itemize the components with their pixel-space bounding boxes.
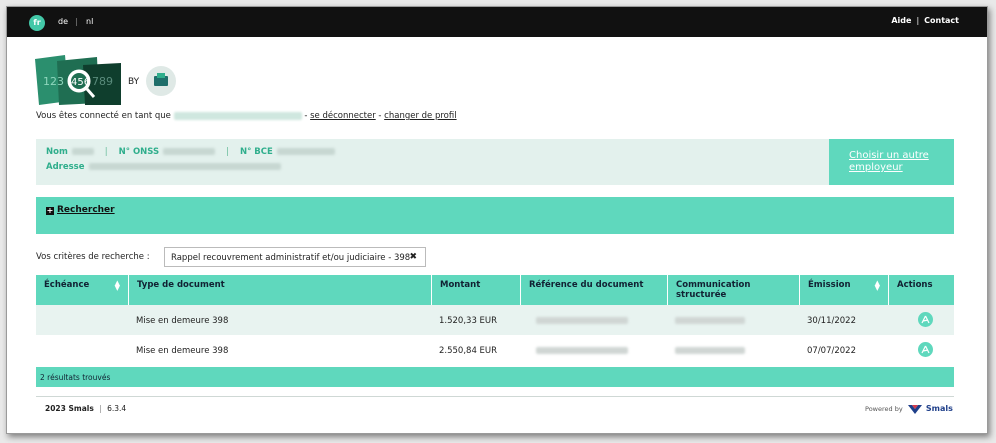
footer-version: 6.3.4 xyxy=(107,404,127,413)
cell-montant: 2.550,84 EUR xyxy=(439,346,498,356)
table-row: Mise en demeure 398 2.550,84 EUR 07/07/2… xyxy=(36,335,954,365)
column-label: Émission xyxy=(808,280,851,290)
sort-icon[interactable]: ▲ ▼ xyxy=(115,280,120,292)
column-label: Référence du document xyxy=(529,280,644,290)
footer-info: 2023 Smals | 6.3.4 xyxy=(45,404,126,413)
column-label: Échéance xyxy=(44,280,90,290)
employer-identifiers: Nom | N° ONSS | N° BCE xyxy=(46,147,335,157)
criteria-label: Vos critères de recherche : xyxy=(36,252,150,262)
employer-onss-label: N° ONSS xyxy=(118,147,160,157)
employer-bce-label: N° BCE xyxy=(239,147,273,157)
top-links-separator: | xyxy=(916,16,920,25)
svg-text:456: 456 xyxy=(71,77,90,88)
lang-nl-link[interactable]: nl xyxy=(86,17,93,26)
result-count: 2 résultats trouvés xyxy=(36,367,954,387)
lang-separator: | xyxy=(75,17,78,26)
table-row: Mise en demeure 398 1.520,33 EUR 30/11/2… xyxy=(36,305,954,335)
cell-reference xyxy=(528,305,628,335)
choose-employer-link[interactable]: Choisir un autre employeur xyxy=(829,139,954,185)
redacted-onss xyxy=(163,148,216,155)
employer-name-label: Nom xyxy=(46,147,68,157)
lang-de-link[interactable]: de xyxy=(58,17,68,26)
magnifier-documents-logo: 123 789 456 xyxy=(35,55,121,105)
by-label: BY xyxy=(128,77,140,87)
help-link[interactable]: Aide xyxy=(891,16,911,25)
employer-separator: | xyxy=(226,147,229,157)
documents-table: Échéance ▲ ▼ Type de document Montant Réf… xyxy=(36,275,954,387)
connection-separator: - xyxy=(378,111,382,121)
top-bar: fr de | nl Aide | Contact xyxy=(7,7,987,37)
close-icon[interactable]: ✖ xyxy=(409,252,417,262)
employer-address-label: Adresse xyxy=(46,162,85,172)
redacted-reference xyxy=(536,347,628,354)
redacted-bce xyxy=(276,148,335,155)
redacted-communication xyxy=(675,317,745,324)
change-profile-link[interactable]: changer de profil xyxy=(384,111,456,121)
cell-echeance xyxy=(36,335,44,365)
powered-by-name: Smals xyxy=(925,404,953,413)
column-label: Actions xyxy=(897,280,933,290)
column-header-reference: Référence du document xyxy=(520,275,667,305)
column-header-emission[interactable]: Émission ▲ ▼ xyxy=(799,275,888,305)
cell-communication xyxy=(667,305,745,335)
powered-by-label: Powered by xyxy=(865,405,903,413)
footer-divider xyxy=(36,396,954,397)
cell-communication xyxy=(667,335,745,365)
column-header-montant: Montant xyxy=(431,275,520,305)
connection-separator: - xyxy=(304,111,308,121)
cell-reference xyxy=(528,335,628,365)
contact-link[interactable]: Contact xyxy=(924,16,959,25)
logout-link[interactable]: se déconnecter xyxy=(310,111,376,121)
svg-text:789: 789 xyxy=(92,75,113,88)
column-header-echeance[interactable]: Échéance ▲ ▼ xyxy=(36,275,128,305)
footer-separator: | xyxy=(99,404,102,413)
redacted-name xyxy=(71,148,94,155)
column-header-communication: Communication structurée xyxy=(667,275,799,305)
top-links: Aide | Contact xyxy=(891,16,959,25)
pdf-icon[interactable] xyxy=(918,312,933,327)
connection-prefix: Vous êtes connecté en tant que xyxy=(36,111,171,121)
search-toggle[interactable]: Rechercher xyxy=(57,205,115,215)
sort-icon[interactable]: ▲ ▼ xyxy=(875,280,880,292)
redacted-communication xyxy=(675,347,745,354)
cell-montant: 1.520,33 EUR xyxy=(439,316,498,326)
pdf-icon[interactable] xyxy=(918,342,933,357)
app-window: fr de | nl Aide | Contact 123 789 456 BY V… xyxy=(6,6,988,434)
cell-type: Mise en demeure 398 xyxy=(136,346,229,356)
redacted-reference xyxy=(536,317,628,324)
criteria-chip: Rappel recouvrement administratif et/ou … xyxy=(164,247,426,267)
search-panel: + Rechercher xyxy=(36,197,954,234)
column-label: Type de document xyxy=(137,280,225,290)
column-label: Communication structurée xyxy=(676,280,751,300)
cell-emission: 30/11/2022 xyxy=(807,316,856,326)
employer-separator: | xyxy=(104,147,108,157)
lang-fr-button[interactable]: fr xyxy=(29,15,45,31)
cell-echeance xyxy=(36,305,44,335)
cell-emission: 07/07/2022 xyxy=(807,346,856,356)
connection-info: Vous êtes connecté en tant que - se déco… xyxy=(36,111,457,121)
criteria-chip-label: Rappel recouvrement administratif et/ou … xyxy=(171,253,411,263)
redacted-address xyxy=(88,163,281,170)
table-header: Échéance ▲ ▼ Type de document Montant Réf… xyxy=(36,275,954,305)
plus-icon[interactable]: + xyxy=(46,207,54,215)
smals-logo-icon xyxy=(907,404,922,414)
footer-company: 2023 Smals xyxy=(45,404,94,413)
employer-address: Adresse xyxy=(46,162,281,172)
employer-panel: Nom | N° ONSS | N° BCE Adresse Choisir u… xyxy=(36,139,954,185)
partner-logo xyxy=(146,66,176,96)
svg-text:123: 123 xyxy=(43,75,64,88)
powered-by: Powered by Smals xyxy=(865,404,953,414)
cell-type: Mise en demeure 398 xyxy=(136,316,229,326)
redacted-user xyxy=(173,111,302,120)
column-label: Montant xyxy=(440,280,481,290)
column-header-actions: Actions xyxy=(888,275,954,305)
column-header-type: Type de document xyxy=(128,275,431,305)
